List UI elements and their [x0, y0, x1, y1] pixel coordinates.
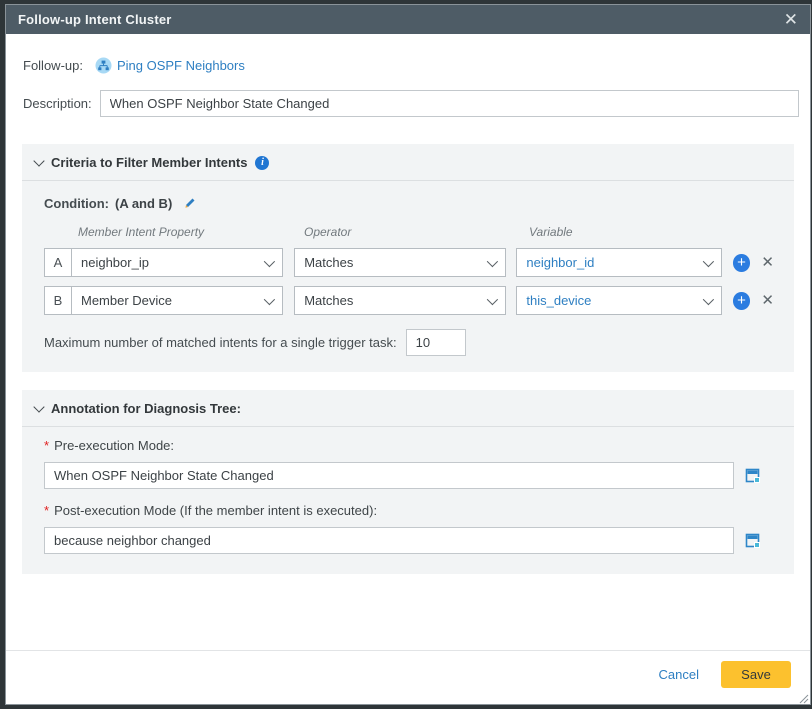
operator-value-b: Matches [304, 293, 353, 308]
resize-handle[interactable] [797, 691, 809, 703]
followup-row: Follow-up: Ping OSPF Neighbors [23, 54, 799, 76]
post-execution-label-row: * Post-execution Mode (If the member int… [44, 503, 774, 518]
chevron-down-icon [264, 255, 275, 266]
info-icon[interactable]: i [255, 156, 269, 170]
followup-intent-cluster-dialog: Follow-up Intent Cluster ✕ Follow-up: Pi… [5, 4, 811, 705]
chevron-down-icon [264, 293, 275, 304]
max-intents-row: Maximum number of matched intents for a … [44, 329, 774, 356]
add-criteria-button[interactable]: + [733, 254, 751, 272]
remove-criteria-icon[interactable]: ✕ [761, 293, 774, 308]
post-execution-label: Post-execution Mode (If the member inten… [54, 503, 377, 518]
dialog-content: Follow-up: Ping OSPF Neighbors Descripti… [6, 34, 810, 704]
criteria-row-a: A neighbor_ip Matches neighbor_id + ✕ [44, 248, 774, 277]
criteria-row-b: B Member Device Matches this_device + ✕ [44, 286, 774, 315]
property-value-a: neighbor_ip [81, 255, 149, 270]
description-input[interactable] [100, 90, 799, 117]
annotation-section-header[interactable]: Annotation for Diagnosis Tree: [22, 390, 794, 427]
post-execution-input-row [44, 527, 774, 554]
followup-intent-name: Ping OSPF Neighbors [117, 58, 245, 73]
dialog-titlebar: Follow-up Intent Cluster ✕ [6, 5, 810, 34]
description-row: Description: [23, 90, 799, 117]
collapse-chevron-icon [35, 407, 43, 411]
property-select-a[interactable]: neighbor_ip [71, 248, 283, 277]
max-intents-label: Maximum number of matched intents for a … [44, 335, 397, 350]
save-button[interactable]: Save [721, 661, 791, 688]
condition-row: Condition: (A and B) [44, 196, 774, 211]
annotation-section-title: Annotation for Diagnosis Tree: [51, 401, 241, 416]
column-header-operator: Operator [304, 225, 529, 239]
criteria-section: Criteria to Filter Member Intents i Cond… [22, 144, 794, 372]
intent-cluster-icon [95, 57, 112, 74]
row-key-badge: A [44, 248, 72, 277]
criteria-column-headers: Member Intent Property Operator Variable [44, 225, 774, 239]
pre-execution-input[interactable] [44, 462, 734, 489]
pre-execution-label: Pre-execution Mode: [54, 438, 174, 453]
pre-execution-label-row: * Pre-execution Mode: [44, 438, 774, 453]
close-icon[interactable]: ✕ [784, 11, 798, 28]
operator-select-a[interactable]: Matches [294, 248, 506, 277]
variable-select-a[interactable]: neighbor_id [516, 248, 721, 277]
followup-intent-link[interactable]: Ping OSPF Neighbors [95, 57, 245, 74]
required-asterisk: * [44, 503, 49, 518]
criteria-section-header[interactable]: Criteria to Filter Member Intents i [22, 144, 794, 181]
operator-value-a: Matches [304, 255, 353, 270]
dialog-title: Follow-up Intent Cluster [18, 12, 172, 27]
column-header-variable: Variable [529, 225, 573, 239]
followup-label: Follow-up: [23, 58, 83, 73]
chevron-down-icon [487, 255, 498, 266]
open-text-editor-icon[interactable] [745, 533, 761, 549]
post-execution-input[interactable] [44, 527, 734, 554]
cancel-button[interactable]: Cancel [659, 667, 699, 682]
chevron-down-icon [702, 293, 713, 304]
collapse-chevron-icon [35, 161, 43, 165]
remove-criteria-icon[interactable]: ✕ [761, 255, 774, 270]
description-label: Description: [23, 96, 92, 111]
variable-value-a: neighbor_id [526, 255, 594, 270]
annotation-section-body: * Pre-execution Mode: * Post- [22, 427, 794, 574]
property-select-b[interactable]: Member Device [71, 286, 283, 315]
variable-value-b: this_device [526, 293, 591, 308]
property-value-b: Member Device [81, 293, 172, 308]
condition-expression: (A and B) [115, 196, 172, 211]
operator-select-b[interactable]: Matches [294, 286, 506, 315]
edit-condition-pencil-icon[interactable] [182, 196, 197, 211]
pre-execution-input-row [44, 462, 774, 489]
annotation-section: Annotation for Diagnosis Tree: * Pre-exe… [22, 390, 794, 574]
chevron-down-icon [702, 255, 713, 266]
condition-label: Condition: [44, 196, 109, 211]
row-key-badge: B [44, 286, 72, 315]
required-asterisk: * [44, 438, 49, 453]
add-criteria-button[interactable]: + [733, 292, 751, 310]
max-intents-input[interactable] [406, 329, 466, 356]
variable-select-b[interactable]: this_device [516, 286, 721, 315]
open-text-editor-icon[interactable] [745, 468, 761, 484]
criteria-section-title: Criteria to Filter Member Intents [51, 155, 247, 170]
chevron-down-icon [487, 293, 498, 304]
column-header-property: Member Intent Property [78, 225, 304, 239]
dialog-footer: Cancel Save [6, 650, 810, 704]
criteria-section-body: Condition: (A and B) Member Intent Prope… [22, 181, 794, 372]
